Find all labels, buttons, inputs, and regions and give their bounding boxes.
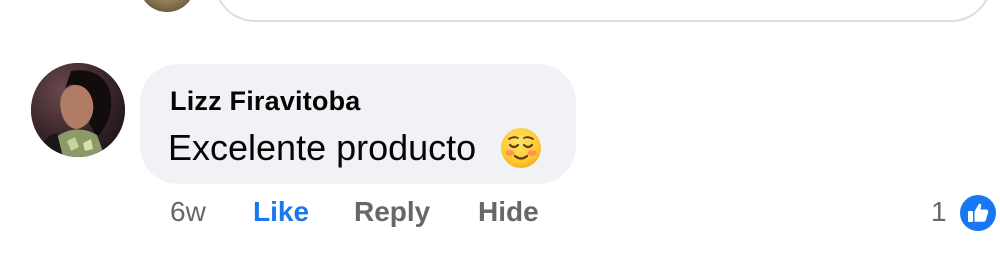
like-button[interactable]: Like <box>253 196 309 228</box>
comment-author[interactable]: Lizz Firavitoba <box>170 86 361 117</box>
avatar[interactable] <box>31 63 125 157</box>
comment-item: Lizz Firavitoba Excelente producto 6w Li… <box>0 0 1000 274</box>
comment-timestamp[interactable]: 6w <box>170 196 206 228</box>
comment-text: Excelente producto <box>168 127 477 168</box>
reaction-count[interactable]: 1 <box>931 196 947 228</box>
thumbs-up-icon[interactable] <box>958 193 998 233</box>
reply-button[interactable]: Reply <box>354 196 430 228</box>
hide-button[interactable]: Hide <box>478 196 539 228</box>
avatar-photo <box>31 63 125 157</box>
smiling-face-icon <box>501 128 541 168</box>
